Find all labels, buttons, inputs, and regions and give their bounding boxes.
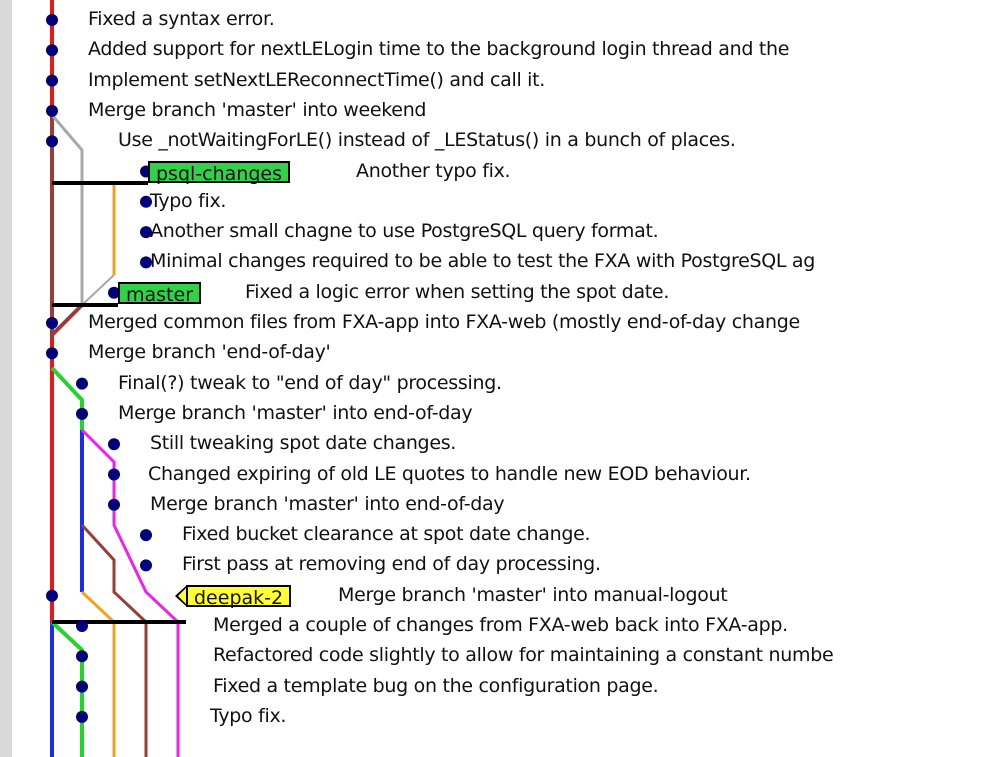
commit-node[interactable] — [46, 74, 58, 87]
commit-message: Another small chagne to use PostgreSQL q… — [150, 220, 659, 243]
commit-row[interactable]: Merge branch 'master' into manual-logout — [338, 581, 728, 609]
commit-message: Fixed a logic error when setting the spo… — [245, 280, 670, 303]
commit-node[interactable] — [108, 438, 120, 451]
commit-message: Fixed bucket clearance at spot date chan… — [182, 523, 591, 546]
commit-node[interactable] — [108, 468, 120, 481]
commit-message: Fixed a syntax error. — [88, 8, 275, 30]
commit-row[interactable]: Refactored code slightly to allow for ma… — [213, 641, 834, 669]
commit-message: First pass at removing end of day proces… — [182, 553, 601, 576]
commit-row[interactable]: Fixed a template bug on the configuratio… — [213, 672, 659, 700]
commit-row[interactable]: Use _notWaitingForLE() instead of _LESta… — [118, 126, 736, 154]
commit-node[interactable] — [46, 44, 58, 57]
commit-message: Refactored code slightly to allow for ma… — [213, 644, 834, 667]
commit-node[interactable] — [46, 135, 58, 148]
commit-row[interactable]: Merge branch 'end-of-day' — [88, 338, 331, 366]
commit-message: Another typo fix. — [356, 159, 511, 182]
tag-label[interactable]: deepak-2 — [186, 584, 292, 609]
commit-message: Merged a couple of changes from FXA-web … — [213, 614, 788, 636]
commit-node[interactable] — [46, 14, 58, 26]
commit-message: Final(?) tweak to "end of day" processin… — [118, 371, 502, 394]
commit-row[interactable]: Merged a couple of changes from FXA-web … — [213, 611, 788, 639]
commit-row[interactable]: First pass at removing end of day proces… — [182, 550, 601, 578]
commit-node[interactable] — [46, 104, 58, 117]
commit-row[interactable]: Changed expiring of old LE quotes to han… — [148, 460, 751, 488]
commit-node[interactable] — [140, 559, 152, 572]
commit-message: Merge branch 'master' into weekend — [88, 98, 427, 121]
commit-node[interactable] — [108, 498, 120, 511]
commit-node[interactable] — [46, 347, 58, 360]
commit-message: Fixed a template bug on the configuratio… — [213, 674, 659, 697]
commit-row[interactable]: Typo fix. — [210, 702, 286, 730]
commit-message: Changed expiring of old LE quotes to han… — [148, 462, 751, 485]
commit-node[interactable] — [76, 710, 88, 723]
commit-row[interactable]: Final(?) tweak to "end of day" processin… — [118, 369, 502, 397]
commit-row[interactable]: Fixed a syntax error. — [88, 5, 275, 33]
commit-row[interactable]: Fixed bucket clearance at spot date chan… — [182, 520, 591, 548]
green-branch-line — [50, 366, 84, 430]
commit-node[interactable] — [46, 317, 58, 329]
commit-row[interactable]: Implement setNextLEReconnectTime() and c… — [88, 66, 545, 94]
commit-node[interactable] — [76, 650, 88, 663]
brown-branch-line — [50, 115, 84, 340]
commit-message: Merged common files from FXA-app into FX… — [88, 311, 800, 333]
commit-row[interactable]: Typo fix. — [150, 187, 226, 215]
commit-message: Implement setNextLEReconnectTime() and c… — [88, 68, 546, 91]
commit-node[interactable] — [76, 620, 88, 632]
commit-row[interactable]: Still tweaking spot date changes. — [150, 429, 456, 457]
commit-message: Still tweaking spot date changes. — [150, 432, 457, 455]
commit-row[interactable]: Minimal changes required to be able to t… — [150, 247, 815, 275]
commit-message: Use _notWaitingForLE() instead of _LESta… — [118, 129, 736, 152]
commit-node[interactable] — [76, 680, 88, 693]
commit-row[interactable]: Added support for nextLELogin time to th… — [88, 35, 789, 63]
commit-node[interactable] — [76, 407, 88, 420]
commit-message: Merge branch 'master' into end-of-day — [150, 492, 505, 515]
commit-row[interactable]: Another small chagne to use PostgreSQL q… — [150, 217, 659, 245]
commit-row[interactable]: Merge branch 'master' into end-of-day — [118, 399, 473, 427]
branch-label[interactable]: psql-changes — [148, 160, 290, 185]
commit-row[interactable]: Merged common files from FXA-app into FX… — [88, 308, 800, 336]
commit-message: Merge branch 'master' into manual-logout — [338, 583, 728, 606]
commit-message: Typo fix. — [150, 189, 227, 212]
commit-message: Minimal changes required to be able to t… — [150, 250, 816, 273]
commit-row[interactable]: Merge branch 'master' into weekend — [88, 96, 427, 124]
orange-branch-line — [80, 590, 116, 757]
commit-node[interactable] — [140, 529, 152, 542]
commit-node[interactable] — [46, 589, 58, 602]
commit-message: Merge branch 'end-of-day' — [88, 341, 331, 364]
branch-label[interactable]: master — [118, 281, 202, 306]
commit-message: Added support for nextLELogin time to th… — [88, 38, 790, 61]
commit-graph-view: Fixed a syntax error. Added support for n… — [0, 0, 983, 757]
commit-row[interactable]: Another typo fix. — [356, 157, 511, 185]
commit-row[interactable]: Merge branch 'master' into end-of-day — [150, 490, 505, 518]
commit-message: Typo fix. — [210, 704, 287, 727]
commit-node[interactable] — [76, 377, 88, 390]
commit-message: Merge branch 'master' into end-of-day — [118, 401, 473, 424]
commit-row[interactable]: Fixed a logic error when setting the spo… — [245, 278, 669, 306]
